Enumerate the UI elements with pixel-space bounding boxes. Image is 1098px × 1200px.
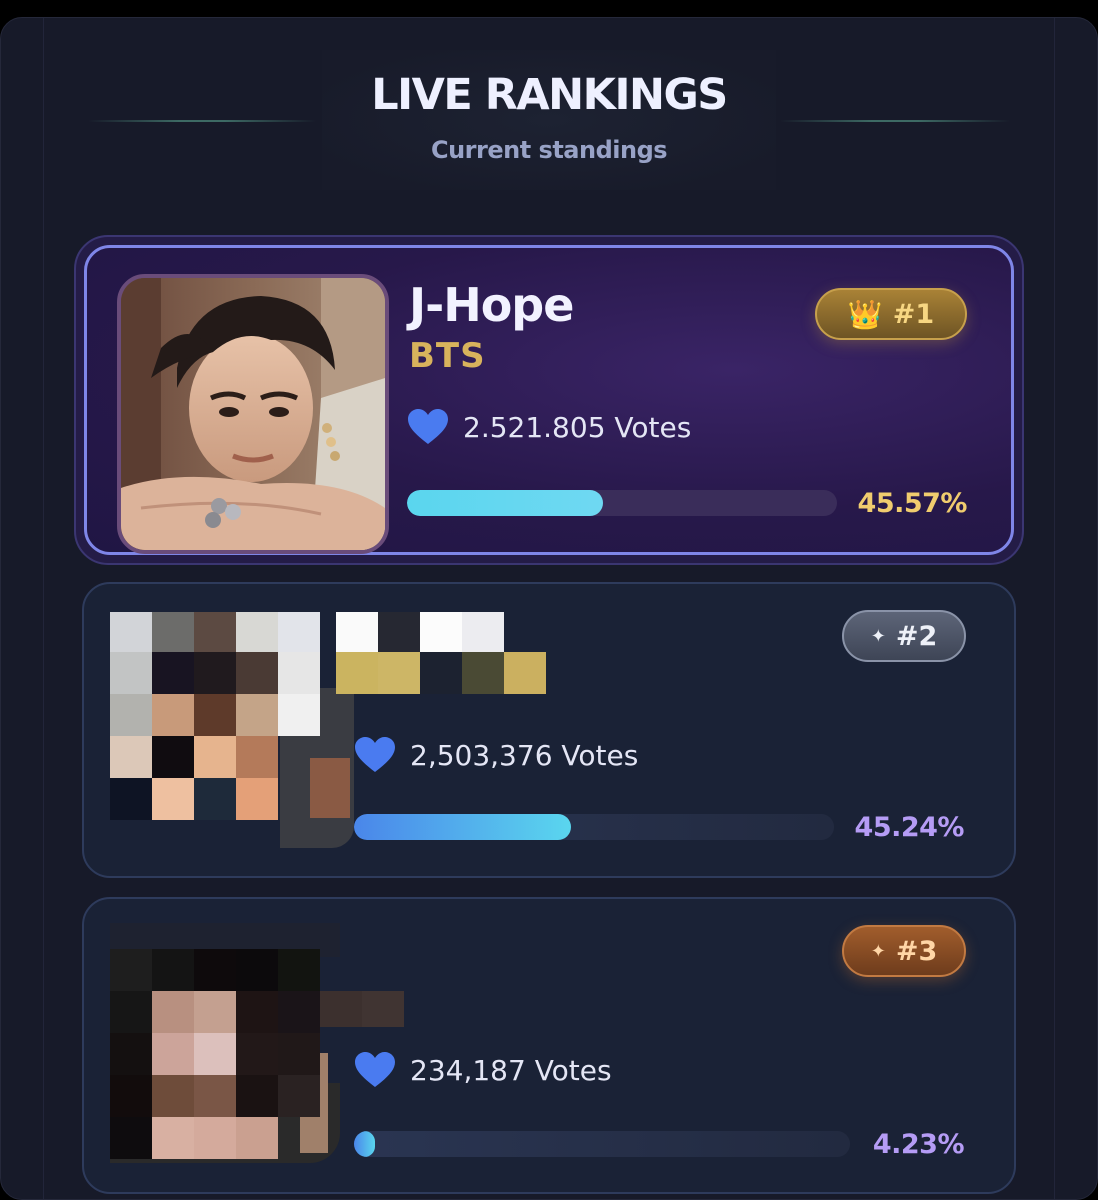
vote-progress-track: [354, 814, 834, 840]
vote-percent: 45.57%: [857, 488, 968, 519]
rank-label: #2: [895, 620, 938, 652]
vote-percent: 45.24%: [854, 812, 965, 843]
crown-icon: 👑: [847, 297, 883, 331]
heart-icon: [408, 409, 448, 444]
vote-count: 2,503,376 Votes: [354, 736, 638, 774]
vote-count: 234,187 Votes: [354, 1051, 612, 1089]
ranking-card-3[interactable]: 234,187 Votes 4.23% ✦ #3: [82, 897, 1016, 1194]
sparkle-icon: ✦: [870, 940, 886, 962]
vote-percent: 4.23%: [872, 1129, 965, 1160]
panel-border-right: [1054, 18, 1055, 1199]
artist-photo: [117, 274, 389, 554]
vote-count-text: 234,187 Votes: [410, 1053, 612, 1087]
rank-badge-2: ✦ #2: [842, 610, 966, 662]
header-divider-left: [88, 120, 316, 122]
page-title: LIVE RANKINGS: [371, 70, 728, 120]
rank-badge-1: 👑 #1: [815, 288, 967, 340]
vote-count: 2.521.805 Votes: [407, 408, 691, 446]
censored-name: [336, 612, 548, 696]
panel-border-left: [43, 18, 44, 1199]
rank-badge-3: ✦ #3: [842, 925, 966, 977]
censored-photo: [110, 913, 410, 1163]
rank-label: #3: [895, 935, 938, 967]
heart-icon: [355, 737, 395, 772]
vote-progress-fill: [354, 814, 572, 840]
vote-count-text: 2,503,376 Votes: [410, 738, 639, 772]
vote-count-text: 2.521.805 Votes: [463, 410, 692, 444]
ranking-card-1[interactable]: J-Hope BTS 2.521.805 Votes 45.57% 👑 #1: [74, 235, 1024, 565]
sparkle-icon: ✦: [870, 625, 886, 647]
artist-name: J-Hope: [409, 278, 574, 332]
header-divider-right: [780, 120, 1010, 122]
vote-progress-track: [354, 1131, 850, 1157]
artist-group: BTS: [409, 336, 486, 376]
heart-icon: [355, 1052, 395, 1087]
artist-photo-illustration: [121, 278, 385, 550]
ranking-card-2[interactable]: 2,503,376 Votes 45.24% ✦ #2: [82, 582, 1016, 878]
censored-photo: [110, 598, 354, 848]
page-subtitle: Current standings: [430, 136, 668, 164]
rankings-header: LIVE RANKINGS Current standings: [322, 50, 776, 190]
vote-progress-fill: [407, 490, 603, 516]
vote-progress-fill: [354, 1131, 375, 1157]
vote-progress-track: [407, 490, 837, 516]
rank-label: #1: [892, 298, 935, 330]
